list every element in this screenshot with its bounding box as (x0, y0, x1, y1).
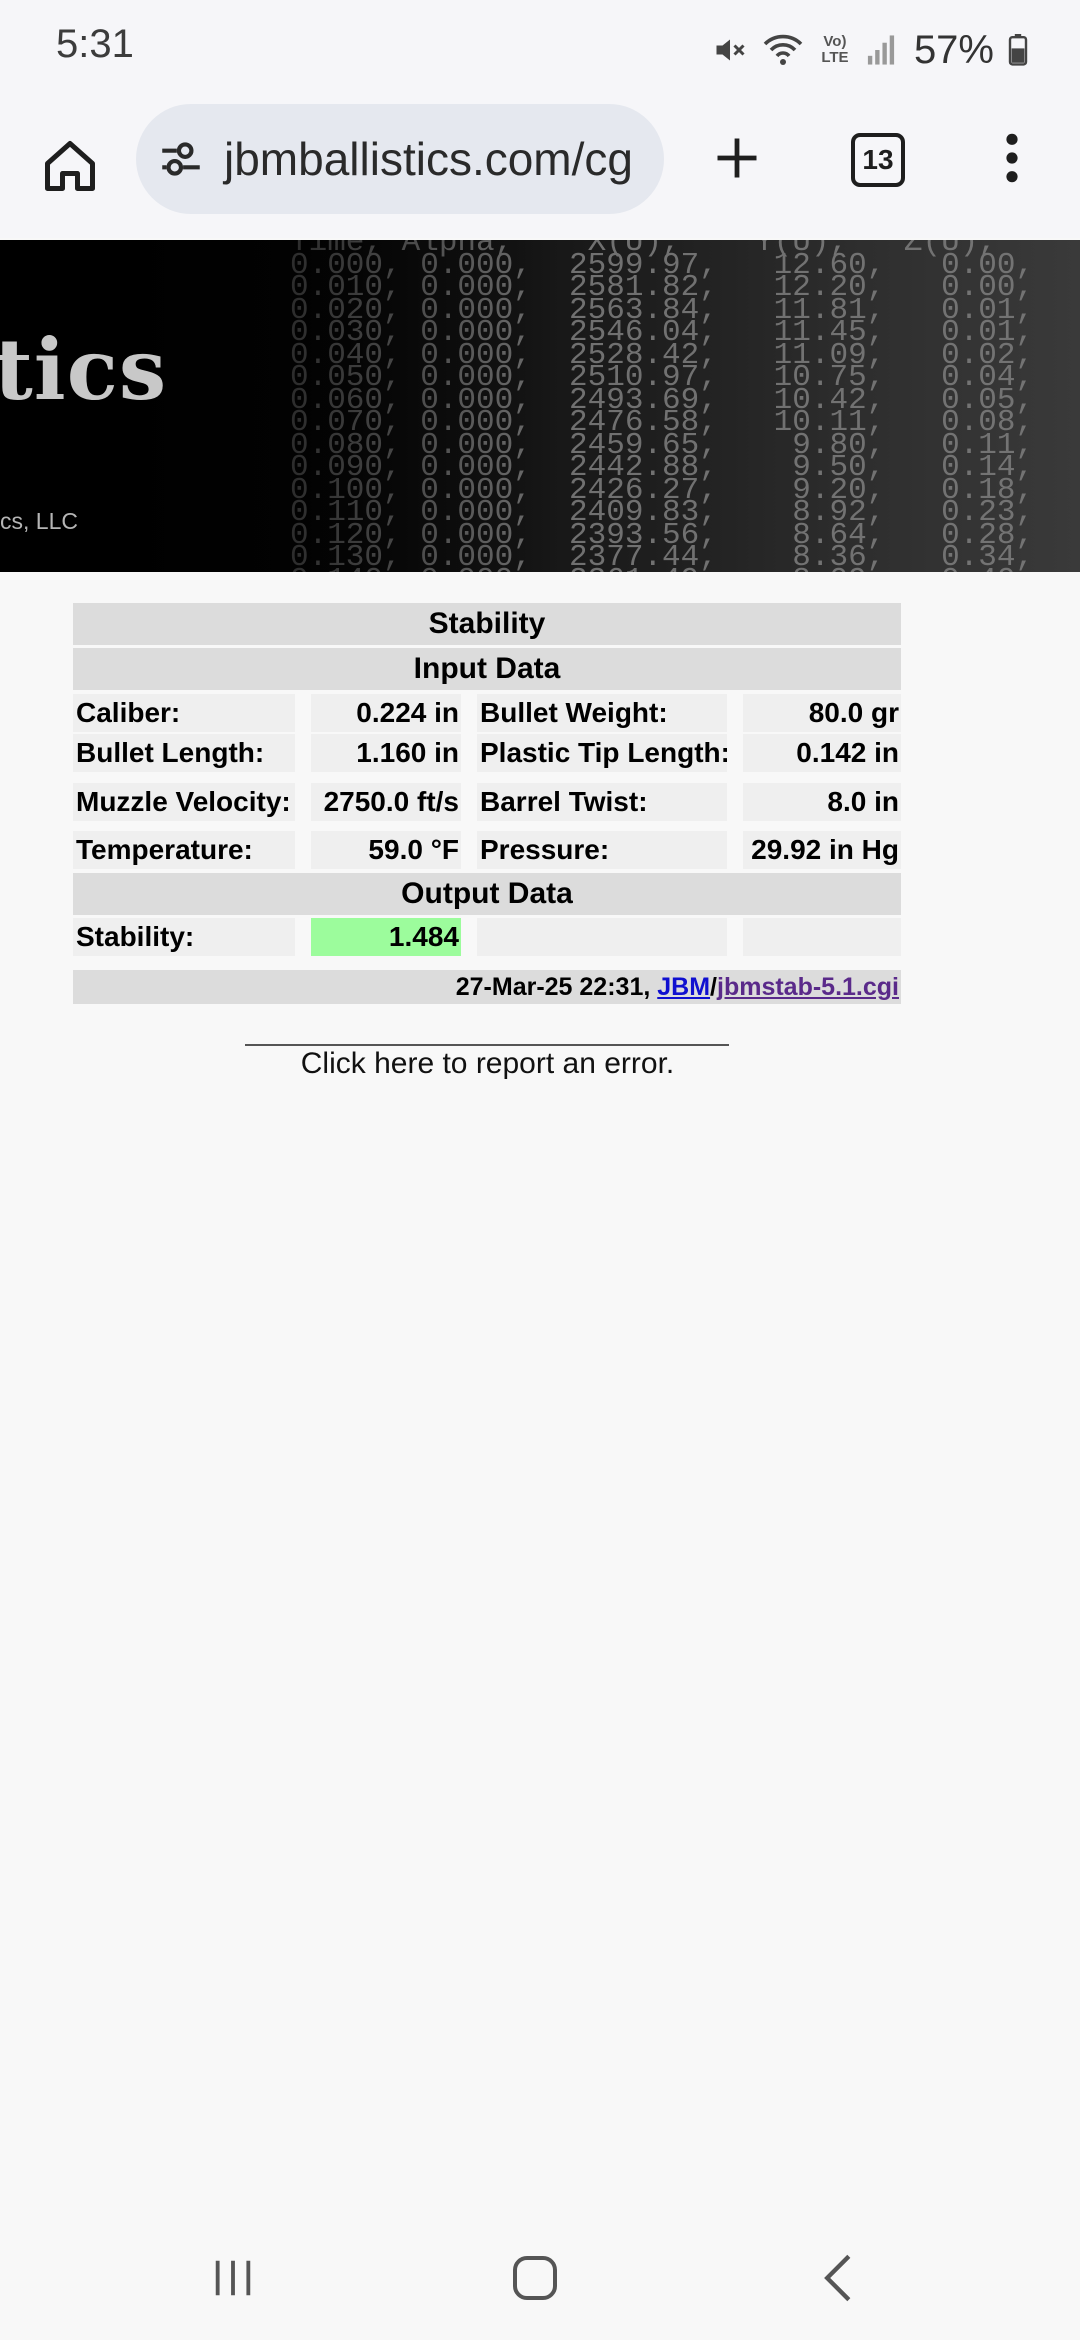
status-bar: 5:31 Vo) LTE 57% (0, 0, 1080, 100)
stability-label: Stability: (73, 918, 295, 956)
timestamp: 27-Mar-25 22:31, (455, 973, 658, 1001)
home-nav-icon (511, 2254, 559, 2307)
home-button[interactable] (30, 128, 110, 208)
barrel-twist-value: 8.0 in (743, 783, 901, 821)
system-nav-bar (0, 2220, 1080, 2340)
signal-icon (866, 34, 896, 66)
jbmstab-cgi-link[interactable]: jbmstab-5.1.cgi (717, 973, 899, 1001)
caliber-label: Caliber: (73, 694, 295, 732)
volte-lte-icon: Vo) LTE (821, 33, 849, 66)
tab-switcher-button[interactable]: 13 (838, 120, 918, 200)
jbm-link[interactable]: JBM (657, 973, 710, 1001)
input-data-header: Input Data (73, 648, 901, 690)
home-nav-button[interactable] (495, 2250, 575, 2310)
barrel-twist-label: Barrel Twist: (477, 783, 727, 821)
bullet-length-value: 1.160 in (311, 734, 461, 772)
pressure-value: 29.92 in Hg (743, 831, 901, 869)
url-text: jbmballistics.com/cg (224, 133, 633, 185)
status-time: 5:31 (56, 22, 134, 66)
pressure-label: Pressure: (477, 831, 727, 869)
table-footer: 27-Mar-25 22:31, JBM/jbmstab-5.1.cgi (73, 970, 901, 1004)
new-tab-icon (711, 132, 763, 189)
empty-cell (743, 918, 901, 956)
new-tab-button[interactable] (697, 120, 777, 200)
muzzle-velocity-label: Muzzle Velocity: (73, 783, 295, 821)
battery-percent: 57% (913, 27, 994, 72)
back-icon (818, 2252, 858, 2309)
bullet-weight-label: Bullet Weight: (477, 694, 727, 732)
divider (245, 1044, 729, 1046)
more-menu-button[interactable] (972, 120, 1052, 200)
banner-subtitle: cs, LLC (0, 508, 78, 534)
site-settings-icon[interactable] (156, 134, 206, 189)
link-separator: / (710, 973, 717, 1001)
mute-icon (712, 32, 748, 68)
wifi-icon (762, 32, 804, 68)
plastic-tip-length-label: Plastic Tip Length: (477, 734, 727, 772)
bullet-weight-value: 80.0 gr (743, 694, 901, 732)
temperature-label: Temperature: (73, 831, 295, 869)
url-bar[interactable]: jbmballistics.com/cg (136, 104, 664, 214)
more-menu-icon (1002, 130, 1022, 191)
output-data-header: Output Data (73, 873, 901, 915)
recent-apps-icon (211, 2255, 255, 2306)
muzzle-velocity-value: 2750.0 ft/s (311, 783, 461, 821)
plastic-tip-length-value: 0.142 in (743, 734, 901, 772)
banner-title: tics (0, 320, 168, 419)
empty-cell (477, 918, 727, 956)
tab-switcher-icon: 13 (851, 133, 905, 187)
stability-value: 1.484 (311, 918, 461, 956)
caliber-value: 0.224 in (311, 694, 461, 732)
recent-apps-button[interactable] (193, 2250, 273, 2310)
status-icons: Vo) LTE 57% (712, 20, 1028, 80)
table-title: Stability (73, 603, 901, 645)
report-error-link[interactable]: Click here to report an error. (0, 1047, 975, 1081)
home-icon (40, 136, 100, 201)
back-button[interactable] (798, 2250, 878, 2310)
battery-icon (1008, 34, 1028, 66)
bullet-length-label: Bullet Length: (73, 734, 295, 772)
temperature-value: 59.0 °F (311, 831, 461, 869)
browser-toolbar: jbmballistics.com/cg 13 (0, 100, 1080, 238)
